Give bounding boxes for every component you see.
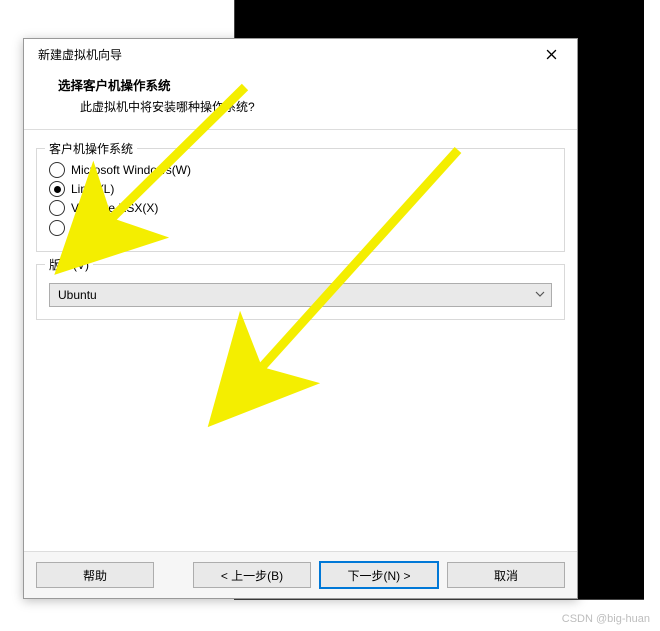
radio-icon (49, 220, 65, 236)
version-select[interactable]: Ubuntu (49, 283, 552, 307)
help-button[interactable]: 帮助 (36, 562, 154, 588)
radio-icon (49, 200, 65, 216)
close-button[interactable] (531, 40, 571, 68)
button-label: 帮助 (83, 567, 107, 584)
wizard-footer: 帮助 < 上一步(B) 下一步(N) > 取消 (24, 552, 577, 598)
version-select-value: Ubuntu (58, 288, 97, 302)
os-option-windows[interactable]: Microsoft Windows(W) (49, 162, 552, 178)
os-option-other[interactable]: 其他(O) (49, 219, 552, 236)
titlebar: 新建虚拟机向导 (24, 39, 577, 69)
close-icon (546, 49, 557, 60)
watermark: CSDN @big-huan (562, 613, 650, 625)
radio-icon (49, 181, 65, 197)
guest-os-group: 客户机操作系统 Microsoft Windows(W) Linux(L) VM… (36, 148, 565, 252)
back-button[interactable]: < 上一步(B) (193, 562, 311, 588)
os-option-vmware-esx[interactable]: VMware ESX(X) (49, 200, 552, 216)
wizard-header: 选择客户机操作系统 此虚拟机中将安装哪种操作系统? (24, 69, 577, 129)
wizard-body: 客户机操作系统 Microsoft Windows(W) Linux(L) VM… (24, 129, 577, 552)
guest-os-group-title: 客户机操作系统 (45, 140, 137, 157)
dialog-title: 新建虚拟机向导 (38, 46, 531, 63)
chevron-down-icon (535, 288, 545, 302)
os-option-linux[interactable]: Linux(L) (49, 181, 552, 197)
button-label: 取消 (494, 567, 518, 584)
version-group: 版本(V) Ubuntu (36, 264, 565, 320)
cancel-button[interactable]: 取消 (447, 562, 565, 588)
wizard-heading: 选择客户机操作系统 (58, 75, 549, 94)
radio-label: Linux(L) (71, 182, 114, 196)
new-vm-wizard-dialog: 新建虚拟机向导 选择客户机操作系统 此虚拟机中将安装哪种操作系统? 客户机操作系… (23, 38, 578, 599)
button-label: 下一步(N) > (347, 567, 410, 584)
radio-label: VMware ESX(X) (71, 201, 158, 215)
version-group-title: 版本(V) (45, 256, 93, 273)
radio-label: 其他(O) (71, 219, 112, 236)
button-label: < 上一步(B) (221, 567, 283, 584)
radio-label: Microsoft Windows(W) (71, 163, 191, 177)
radio-icon (49, 162, 65, 178)
wizard-subtext: 此虚拟机中将安装哪种操作系统? (80, 98, 549, 115)
next-button[interactable]: 下一步(N) > (319, 561, 439, 589)
